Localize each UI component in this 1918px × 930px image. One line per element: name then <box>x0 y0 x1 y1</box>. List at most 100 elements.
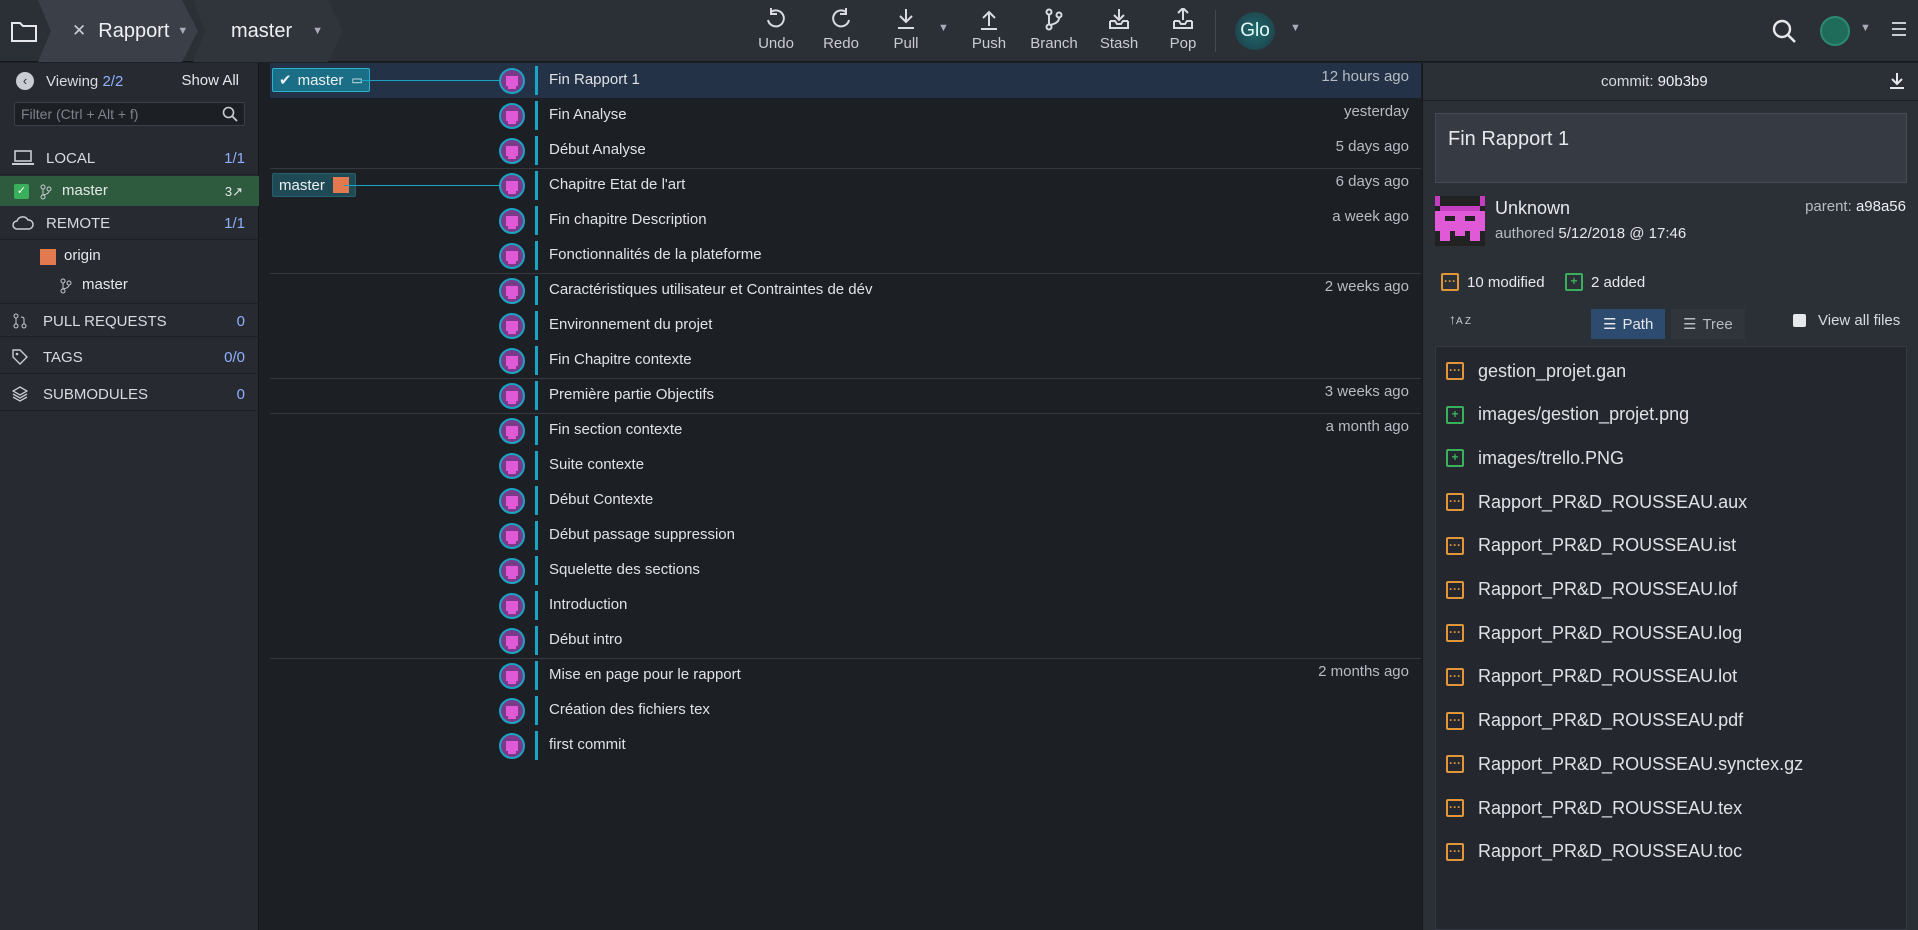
commit-row[interactable]: Fonctionnalités de la plateforme <box>270 238 1421 273</box>
commit-row[interactable]: Environnement du projet <box>270 308 1421 343</box>
chevron-down-icon[interactable]: ▼ <box>1290 22 1301 34</box>
authored-date: 5/12/2018 @ 17:46 <box>1558 225 1687 242</box>
push-button[interactable]: Push <box>961 6 1017 56</box>
file-item[interactable]: ··· Rapport_PR&D_ROUSSEAU.tex <box>1436 786 1906 830</box>
file-item[interactable]: ··· Rapport_PR&D_ROUSSEAU.lot <box>1436 655 1906 699</box>
view-all-files-checkbox[interactable]: View all files <box>1793 312 1900 329</box>
section-pull-requests-label: PULL REQUESTS <box>43 313 167 330</box>
filter-input[interactable]: Filter (Ctrl + Alt + f) <box>14 102 245 126</box>
commit-branch-bar <box>535 101 538 130</box>
pop-button[interactable]: Pop <box>1155 6 1211 56</box>
local-branch-tag[interactable]: ✔ master ▭ <box>272 68 370 92</box>
glo-button[interactable]: Glo <box>1235 12 1275 50</box>
commit-row[interactable]: Fin Chapitre contexte <box>270 343 1421 378</box>
file-item[interactable]: ··· Rapport_PR&D_ROUSSEAU.toc <box>1436 830 1906 874</box>
commit-row[interactable]: Création des fichiers tex <box>270 693 1421 728</box>
stash-label: Stash <box>1099 35 1139 52</box>
commit-sha[interactable]: 90b3b9 <box>1658 73 1708 90</box>
remote-origin-label: origin <box>64 247 101 264</box>
pull-icon <box>898 9 914 29</box>
section-remote[interactable]: REMOTE 1/1 <box>0 206 259 240</box>
file-item[interactable]: ··· Rapport_PR&D_ROUSSEAU.pdf <box>1436 699 1906 743</box>
commit-row[interactable]: Début Contexte <box>270 483 1421 518</box>
commit-branch-bar <box>535 696 538 725</box>
toolbar: ✕ Rapport ▼ master ▼ Undo Redo Pull Push Bra… <box>0 0 1918 62</box>
commit-branch-bar <box>535 556 538 585</box>
section-local[interactable]: LOCAL 1/1 <box>0 141 259 175</box>
commit-branch-bar <box>535 416 538 445</box>
commit-row[interactable]: Fin Analyse yesterday <box>270 98 1421 133</box>
undo-button[interactable]: Undo <box>748 6 804 56</box>
file-item[interactable]: ··· Rapport_PR&D_ROUSSEAU.aux <box>1436 480 1906 524</box>
back-arrow-icon[interactable]: ‹ <box>16 72 34 90</box>
file-modified-icon: ··· <box>1446 493 1464 512</box>
remote-branch-master[interactable]: master <box>0 270 259 300</box>
commit-row[interactable]: Fin chapitre Description a week ago <box>270 203 1421 238</box>
commit-author-avatar <box>499 523 525 549</box>
file-item[interactable]: ··· Rapport_PR&D_ROUSSEAU.lof <box>1436 568 1906 612</box>
chevron-down-icon[interactable]: ▼ <box>1860 22 1871 34</box>
close-icon[interactable]: ✕ <box>72 21 86 41</box>
toolbar-divider <box>1215 10 1216 52</box>
redo-button[interactable]: Redo <box>813 6 869 56</box>
section-submodules[interactable]: SUBMODULES 0 <box>0 377 259 411</box>
checkout-check-icon: ✓ <box>14 184 29 199</box>
parent-sha[interactable]: a98a56 <box>1856 198 1906 215</box>
commit-row[interactable]: first commit <box>270 728 1421 763</box>
stash-icon <box>1109 9 1129 29</box>
commit-row[interactable]: Suite contexte <box>270 448 1421 483</box>
branch-button[interactable]: Branch <box>1026 6 1082 56</box>
section-tags[interactable]: TAGS 0/0 <box>0 340 259 374</box>
author-avatar <box>1435 196 1485 246</box>
glo-label: Glo <box>1240 20 1270 41</box>
commit-row[interactable]: Mise en page pour le rapport 2 months ago <box>270 658 1421 693</box>
commit-row[interactable]: Début Analyse 5 days ago <box>270 133 1421 168</box>
branch-tab[interactable]: master ▼ <box>193 0 343 62</box>
file-item[interactable]: ··· Rapport_PR&D_ROUSSEAU.ist <box>1436 524 1906 568</box>
commit-row[interactable]: Début intro <box>270 623 1421 658</box>
commit-message: Environnement du projet <box>549 316 713 333</box>
commit-branch-bar <box>535 591 538 620</box>
file-item[interactable]: ··· Rapport_PR&D_ROUSSEAU.synctex.gz <box>1436 742 1906 786</box>
commit-row[interactable]: Première partie Objectifs 3 weeks ago <box>270 378 1421 413</box>
show-all-button[interactable]: Show All <box>181 72 239 89</box>
folder-icon[interactable] <box>10 18 38 44</box>
hamburger-menu-icon[interactable] <box>1892 22 1906 36</box>
repo-tab[interactable]: ✕ Rapport ▼ <box>38 0 198 62</box>
local-branch-master[interactable]: ✓ master 3↗ <box>0 176 259 206</box>
tree-view-button[interactable]: ☰ Tree <box>1671 309 1745 339</box>
remote-origin[interactable]: origin <box>0 241 259 271</box>
path-view-button[interactable]: ☰ Path <box>1591 309 1666 339</box>
commit-row[interactable]: Introduction <box>270 588 1421 623</box>
file-item[interactable]: + images/trello.PNG <box>1436 436 1906 480</box>
file-item[interactable]: ··· gestion_projet.gan <box>1436 349 1906 393</box>
commit-message: Fin section contexte <box>549 421 683 438</box>
commit-message: Fonctionnalités de la plateforme <box>549 246 762 263</box>
user-avatar[interactable] <box>1820 16 1850 46</box>
pull-request-icon <box>13 313 27 329</box>
pull-button[interactable]: Pull <box>878 6 934 56</box>
branch-name: master <box>231 19 293 42</box>
file-item[interactable]: ··· Rapport_PR&D_ROUSSEAU.log <box>1436 611 1906 655</box>
section-local-label: LOCAL <box>46 150 96 167</box>
pull-options-chevron-icon[interactable]: ▼ <box>938 22 949 34</box>
section-submodules-label: SUBMODULES <box>43 386 149 403</box>
commit-time: yesterday <box>1343 103 1409 120</box>
ahead-count: 3↗ <box>224 184 243 199</box>
commit-row[interactable]: Fin section contexte a month ago <box>270 413 1421 448</box>
file-item[interactable]: + images/gestion_projet.png <box>1436 393 1906 437</box>
download-icon[interactable] <box>1889 72 1905 90</box>
stash-button[interactable]: Stash <box>1091 6 1147 56</box>
commit-author-avatar <box>499 208 525 234</box>
commit-row[interactable]: Début passage suppression <box>270 518 1421 553</box>
push-label: Push <box>971 35 1007 52</box>
commit-message: Fin chapitre Description <box>549 211 707 228</box>
sort-az-icon[interactable]: ↑A Z <box>1449 311 1471 327</box>
commit-row[interactable]: Caractéristiques utilisateur et Contrain… <box>270 273 1421 308</box>
commit-author-avatar <box>499 488 525 514</box>
search-icon[interactable] <box>1771 18 1797 44</box>
commit-message: Première partie Objectifs <box>549 386 715 403</box>
section-pull-requests[interactable]: PULL REQUESTS 0 <box>0 303 259 337</box>
commit-row[interactable]: Squelette des sections <box>270 553 1421 588</box>
commit-summary[interactable]: Fin Rapport 1 <box>1435 113 1907 183</box>
